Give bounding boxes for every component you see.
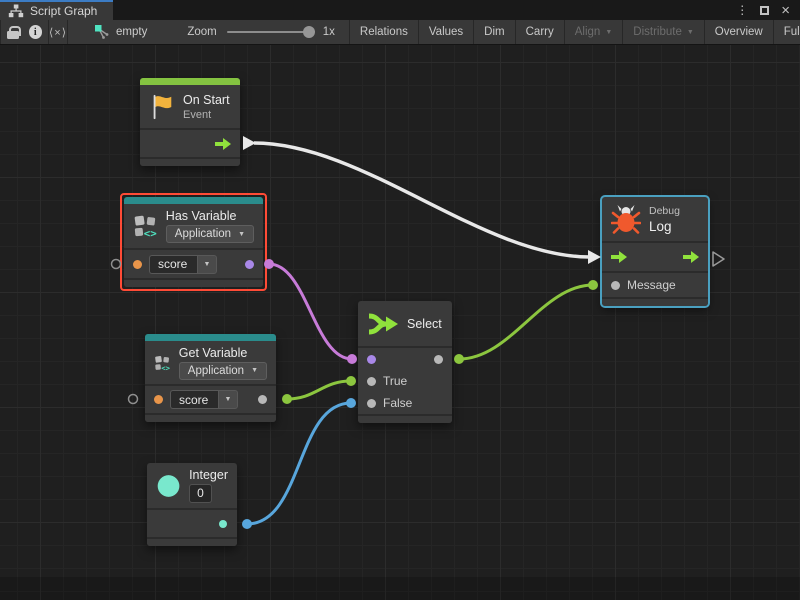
zoom-slider[interactable] — [227, 31, 313, 33]
integer-icon — [156, 471, 181, 501]
graph-icon — [8, 4, 24, 18]
more-menu-icon[interactable]: ⋮ — [736, 4, 748, 16]
variables-icon: <> — [133, 211, 158, 241]
name-input-port[interactable] — [133, 260, 142, 269]
bug-icon — [611, 204, 641, 234]
control-output-port[interactable] — [215, 138, 231, 150]
variable-scope-dropdown[interactable]: Application ▼ — [166, 225, 254, 243]
svg-text:<>: <> — [144, 227, 157, 240]
control-input-port[interactable] — [611, 251, 627, 263]
int-output-port[interactable] — [219, 520, 227, 528]
node-get-variable[interactable]: <> Get Variable Application ▼ score ▼ — [145, 334, 276, 422]
toolbar-left-icons: i — [1, 20, 49, 44]
name-input-port[interactable] — [154, 395, 163, 404]
node-title: Log — [649, 219, 680, 234]
title-bar: Script Graph ⋮ × — [0, 0, 800, 20]
caret-down-icon: ▼ — [218, 390, 238, 409]
tab-title: Script Graph — [30, 4, 97, 18]
variable-color-bar — [145, 334, 276, 341]
caret-down-icon: ▼ — [687, 29, 694, 36]
dim-button[interactable]: Dim — [474, 20, 515, 44]
fullscreen-button[interactable]: Full Screen — [774, 20, 800, 44]
values-button[interactable]: Values — [419, 20, 474, 44]
variable-name-dropdown[interactable]: score ▼ — [170, 390, 238, 409]
toolbar-buttons: Relations Values Dim Carry Align▼ Distri… — [350, 20, 800, 44]
true-port-label: True — [383, 374, 407, 388]
variable-name-dropdown[interactable]: score ▼ — [149, 255, 217, 274]
node-debug-log[interactable]: Debug Log Message — [602, 197, 708, 306]
unity-visual-scripting-window: Script Graph ⋮ × i ⟨×⟩ empty Zoom — [0, 0, 800, 600]
close-icon[interactable]: × — [781, 3, 790, 18]
node-title: Select — [407, 317, 442, 331]
caret-down-icon: ▼ — [197, 255, 217, 274]
selection-status-label: empty — [116, 26, 147, 38]
bool-output-port[interactable] — [245, 260, 254, 269]
canvas-bottom-shade — [0, 577, 800, 600]
node-title: Has Variable — [166, 209, 254, 223]
distribute-dropdown[interactable]: Distribute▼ — [623, 20, 705, 44]
false-input-port[interactable] — [367, 399, 376, 408]
flag-icon — [149, 93, 175, 121]
node-has-variable-selection: <> Has Variable Application ▼ score ▼ — [120, 193, 267, 291]
event-color-bar — [140, 78, 240, 85]
false-port-label: False — [383, 396, 412, 410]
variable-color-bar — [124, 197, 263, 204]
window-controls: ⋮ × — [736, 0, 800, 20]
node-integer[interactable]: Integer 0 — [147, 463, 237, 546]
true-input-port[interactable] — [367, 377, 376, 386]
info-icon[interactable]: i — [29, 25, 42, 39]
code-preview-button[interactable]: ⟨×⟩ — [49, 20, 68, 44]
caret-down-icon: ▼ — [605, 29, 612, 36]
condition-input-port[interactable] — [367, 355, 376, 364]
code-icon: ⟨×⟩ — [49, 26, 67, 39]
maximize-icon[interactable] — [760, 6, 769, 15]
control-output-port[interactable] — [683, 251, 699, 263]
integer-value-field[interactable]: 0 — [189, 484, 212, 503]
value-output-port[interactable] — [258, 395, 267, 404]
node-select[interactable]: Select True False — [358, 301, 452, 423]
message-port-label: Message — [627, 278, 676, 292]
relations-button[interactable]: Relations — [350, 20, 419, 44]
node-surtitle: Debug — [649, 205, 680, 217]
toolbar-middle: empty Zoom 1x — [68, 20, 350, 44]
node-title: On Start — [183, 93, 230, 107]
variable-scope-dropdown[interactable]: Application ▼ — [179, 362, 267, 380]
variables-icon: <> — [154, 348, 171, 378]
zoom-slider-handle[interactable] — [303, 26, 315, 38]
overview-button[interactable]: Overview — [705, 20, 774, 44]
message-input-port[interactable] — [611, 281, 620, 290]
zoom-value: 1x — [323, 26, 335, 38]
selection-pointer-icon — [94, 24, 110, 40]
node-subtitle: Event — [183, 109, 230, 121]
node-title: Integer — [189, 468, 228, 482]
align-dropdown[interactable]: Align▼ — [565, 20, 624, 44]
carry-button[interactable]: Carry — [516, 20, 565, 44]
select-merge-icon — [367, 311, 399, 337]
node-has-variable[interactable]: <> Has Variable Application ▼ score ▼ — [124, 197, 263, 287]
graph-toolbar: i ⟨×⟩ empty Zoom 1x Relations Values Dim… — [0, 20, 800, 45]
lock-icon[interactable] — [7, 26, 19, 39]
svg-text:<>: <> — [161, 363, 170, 372]
node-title: Get Variable — [179, 346, 267, 360]
caret-down-icon: ▼ — [238, 231, 245, 238]
tab-script-graph[interactable]: Script Graph — [0, 0, 113, 20]
caret-down-icon: ▼ — [251, 367, 258, 374]
node-on-start[interactable]: On Start Event — [140, 78, 240, 166]
zoom-label: Zoom — [187, 26, 216, 38]
selection-output-port[interactable] — [434, 355, 443, 364]
